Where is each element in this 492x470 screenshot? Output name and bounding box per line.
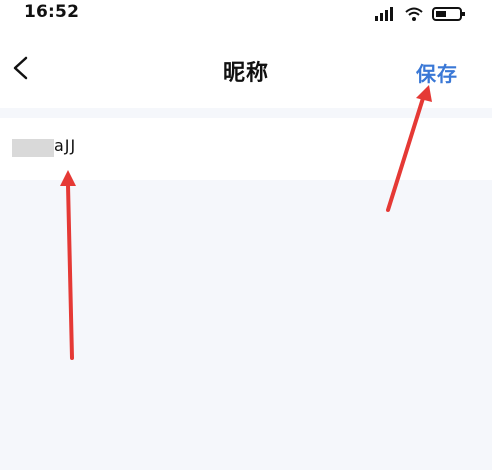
- nickname-value: aJJ: [54, 136, 77, 155]
- nickname-field[interactable]: aJJ: [0, 118, 492, 180]
- status-icons: [374, 6, 466, 26]
- status-time: 16:52: [24, 2, 80, 22]
- wifi-icon: [404, 6, 424, 26]
- annotation-arrow-line-field: [66, 183, 74, 360]
- status-bar: 16:52: [0, 0, 492, 30]
- redacted-text: [12, 139, 54, 157]
- battery-icon: [432, 6, 466, 26]
- nav-bar: 昵称 保存: [0, 30, 492, 108]
- save-button[interactable]: 保存: [416, 58, 458, 87]
- cellular-signal-icon: [374, 6, 396, 26]
